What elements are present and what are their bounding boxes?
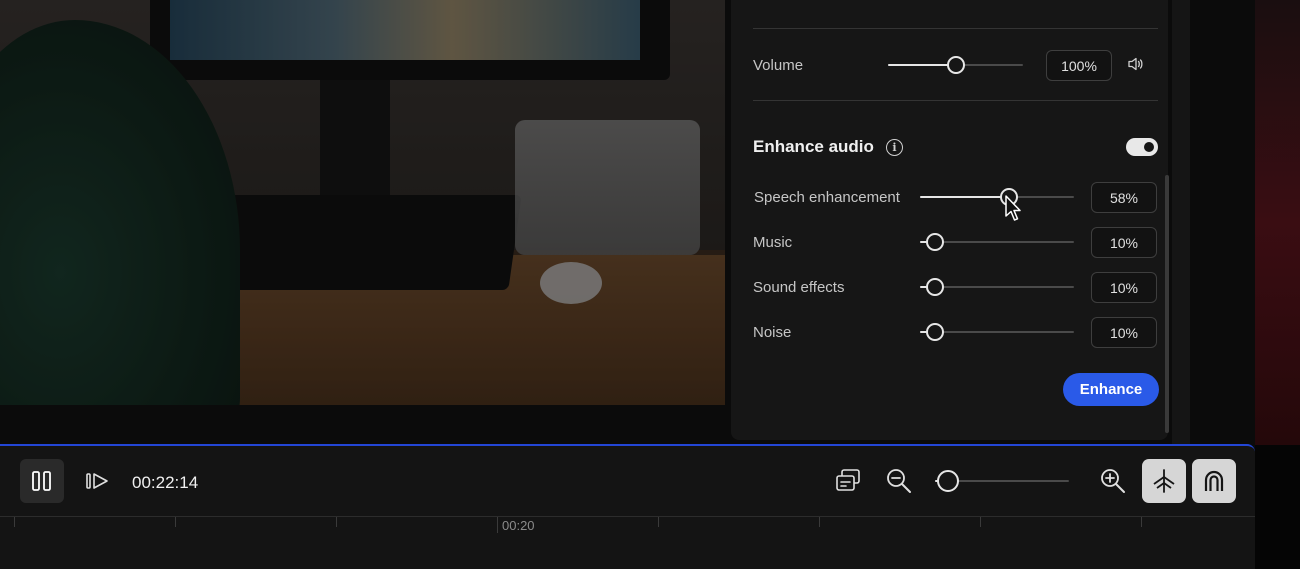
music-value-field[interactable]: 10% xyxy=(1091,227,1157,258)
zoom-slider[interactable] xyxy=(935,470,1069,492)
slider-fill xyxy=(920,196,1010,198)
sound-effects-value-field[interactable]: 10% xyxy=(1091,272,1157,303)
noise-label: Noise xyxy=(753,324,792,341)
slider-fill xyxy=(888,64,956,66)
speech-enhancement-label: Speech enhancement xyxy=(754,189,900,206)
play-step-icon xyxy=(86,473,108,489)
video-shade xyxy=(0,0,725,405)
ruler-tick xyxy=(175,517,176,527)
ruler-tick xyxy=(1141,517,1142,527)
timecode: 00:22:14 xyxy=(132,473,199,492)
zoom-in-button[interactable] xyxy=(1098,466,1128,496)
volume-slider[interactable] xyxy=(888,56,1023,74)
panel-gutter xyxy=(1172,0,1190,445)
enhance-audio-toggle[interactable] xyxy=(1126,138,1158,156)
slider-thumb[interactable] xyxy=(937,470,960,492)
music-label: Music xyxy=(753,234,793,251)
zoom-out-icon xyxy=(887,469,911,493)
ruler-tick xyxy=(14,517,15,527)
panel-scrollbar[interactable] xyxy=(1165,175,1169,433)
volume-label: Volume xyxy=(753,57,804,74)
noise-slider[interactable] xyxy=(920,323,1074,341)
toggle-knob xyxy=(1144,142,1154,152)
ruler-tick xyxy=(658,517,659,527)
divider xyxy=(753,100,1158,101)
magnet-snap-button[interactable] xyxy=(1192,459,1236,503)
ruler-tick xyxy=(980,517,981,527)
pause-button[interactable] xyxy=(20,459,64,503)
magnet-icon xyxy=(1204,470,1224,491)
captions-button[interactable] xyxy=(833,466,863,496)
transport-bar: 00:22:14 00:20 xyxy=(0,444,1255,569)
timeline-ruler xyxy=(0,516,1255,517)
sound-effects-slider[interactable] xyxy=(920,278,1074,296)
divider xyxy=(753,28,1158,29)
caption-icon xyxy=(836,469,860,491)
split-tool-icon xyxy=(1153,469,1175,493)
noise-value-field[interactable]: 10% xyxy=(1091,317,1157,348)
audio-panel: Volume 100% Enhance audio i Speech enhan… xyxy=(731,0,1168,440)
slider-thumb[interactable] xyxy=(946,56,965,74)
speaker-icon[interactable] xyxy=(1127,56,1145,72)
volume-value-field[interactable]: 100% xyxy=(1046,50,1112,81)
enhance-button[interactable]: Enhance xyxy=(1063,373,1159,406)
ruler-tick xyxy=(336,517,337,527)
split-tool-button[interactable] xyxy=(1142,459,1186,503)
ruler-label: 00:20 xyxy=(502,518,535,533)
sound-effects-label: Sound effects xyxy=(753,279,845,296)
speech-enhancement-slider[interactable] xyxy=(920,188,1074,206)
speech-enhancement-value-field[interactable]: 58% xyxy=(1091,182,1157,213)
slider-thumb[interactable] xyxy=(926,323,945,341)
zoom-out-button[interactable] xyxy=(884,466,914,496)
background-edge xyxy=(1255,445,1300,569)
ruler-tick xyxy=(819,517,820,527)
info-icon[interactable]: i xyxy=(886,139,903,156)
pause-icon xyxy=(32,471,51,491)
ruler-tick xyxy=(497,517,498,533)
background-edge xyxy=(1255,0,1300,445)
cursor-icon xyxy=(1004,194,1022,224)
slider-thumb[interactable] xyxy=(926,233,945,251)
music-slider[interactable] xyxy=(920,233,1074,251)
slider-thumb[interactable] xyxy=(926,278,945,296)
play-step-button[interactable] xyxy=(82,466,112,496)
enhance-audio-heading: Enhance audio xyxy=(753,137,874,156)
zoom-in-icon xyxy=(1101,469,1125,493)
video-preview xyxy=(0,0,725,405)
